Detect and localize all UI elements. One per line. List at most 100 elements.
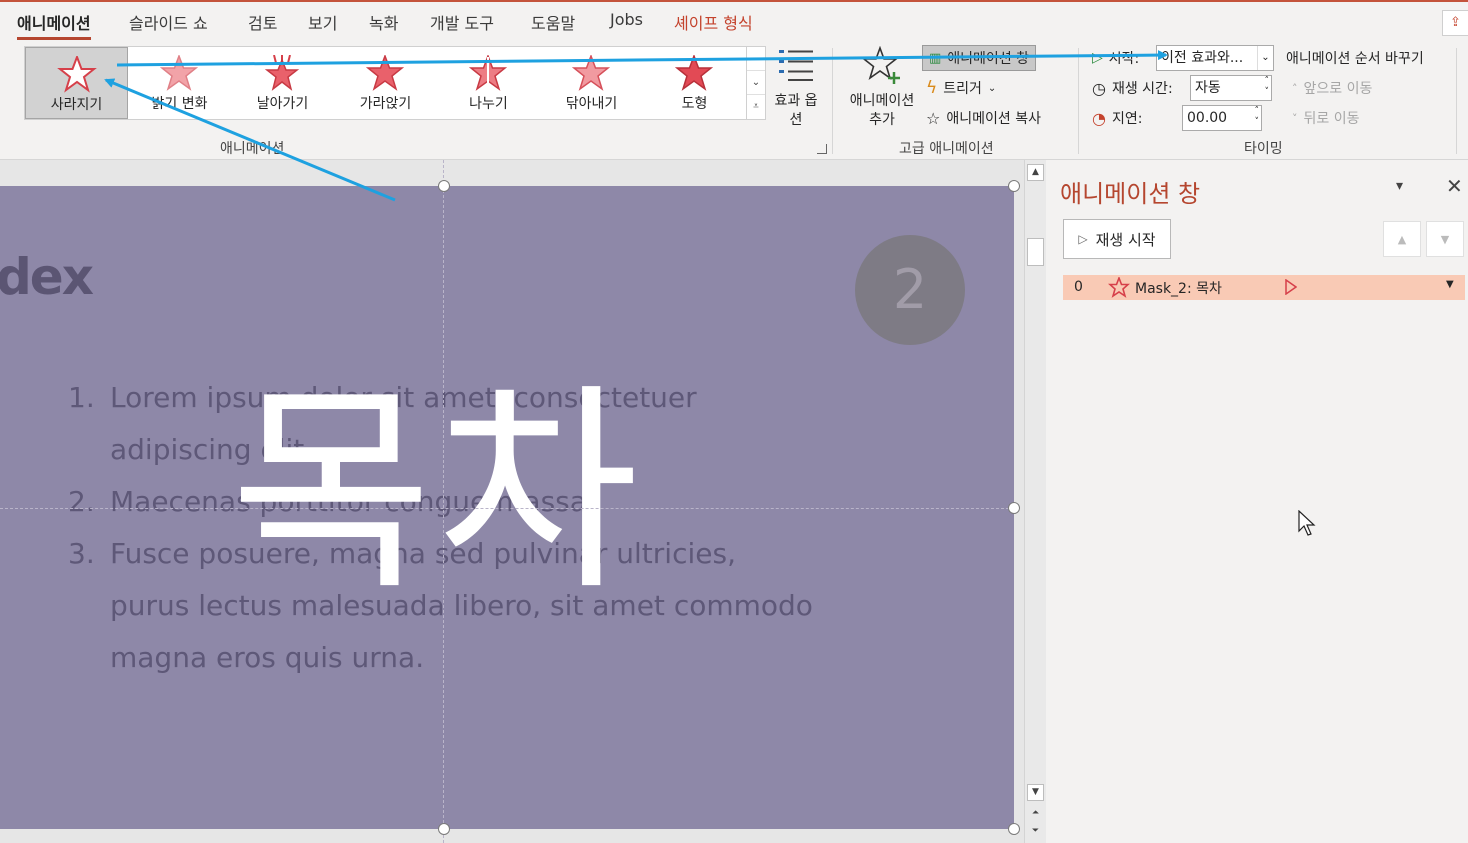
trigger-button[interactable]: ϟ 트리거 ⌄ [926,75,996,101]
spinner-arrows-icon[interactable]: ˄ ˅ [1255,106,1260,128]
animation-pane-icon: ▥ [929,50,942,66]
duration-spinner[interactable]: 자동 ˄ ˅ [1190,75,1272,101]
gallery-item-disappear[interactable]: 사라지기 [25,47,128,119]
tab-review[interactable]: 검토 [248,10,277,34]
move-earlier-label: 앞으로 이동 [1303,81,1373,97]
move-earlier-button[interactable]: ˄ 앞으로 이동 [1292,75,1372,101]
effect-options-label: 효과 옵션 [774,93,818,128]
gallery-more-icon[interactable]: ⩡ [747,95,765,119]
ribbon: 사라지기 밝기 변화 날아가기 가라앉기 나누기 닦아내기 도형 ⌄ ⩡ 효과 … [0,40,1468,160]
fly-out-star-icon [264,55,300,91]
tab-developer[interactable]: 개발 도구 [430,10,494,34]
fade-star-icon [159,55,199,91]
editor-scrollbar[interactable]: ▲ ▼ ⏶ ⏷ [1024,160,1046,843]
resize-handle-top-right[interactable] [1008,180,1020,192]
start-dropdown[interactable]: 이전 효과와... ⌄ [1156,45,1274,71]
animation-list-item[interactable]: 0 Mask_2: 목차 ▼ [1063,275,1465,300]
gallery-item-split[interactable]: 나누기 [437,47,540,119]
animation-pane-button[interactable]: ▥ 애니메이션 창 [922,45,1037,71]
chevron-up-icon: ˄ [1292,81,1298,95]
wipe-star-icon [571,55,611,91]
tab-view[interactable]: 보기 [308,10,337,34]
tab-jobs[interactable]: Jobs [610,10,643,29]
group-divider [832,48,833,154]
ribbon-tab-bar: 애니메이션 슬라이드 쇼 검토 보기 녹화 개발 도구 도움말 Jobs 셰이프… [0,0,1468,40]
add-animation-star-icon [861,45,900,84]
horizontal-guide [0,508,1014,509]
gallery-item-fly-out[interactable]: 날아가기 [231,47,334,119]
list-number: 2. [68,485,95,518]
group-divider [1456,48,1457,154]
slide-editor: dex 2 1. Lorem ipsum dolor sit amet, con… [0,160,1046,843]
play-from-label: 재생 시작 [1095,230,1156,249]
spinner-arrows-icon[interactable]: ˄ ˅ [1265,76,1270,98]
effect-options-button[interactable]: 효과 옵션 [774,48,818,130]
gallery-item-wipe[interactable]: 닦아내기 [540,47,643,119]
clock-icon: ◷ [1092,78,1106,98]
chevron-down-icon: ⌄ [1257,46,1273,70]
sink-star-icon [365,55,405,91]
powerpoint-window: 애니메이션 슬라이드 쇼 검토 보기 녹화 개발 도구 도움말 Jobs 셰이프… [0,0,1468,843]
duration-value: 자동 [1195,80,1221,96]
gallery-label: 사라지기 [50,97,103,113]
resize-handle-bottom-right[interactable] [1008,823,1020,835]
tab-help[interactable]: 도움말 [531,10,575,34]
tab-animations[interactable]: 애니메이션 [17,10,91,40]
delay-spinner[interactable]: 00.00 ˄ ˅ [1182,105,1262,131]
move-up-button[interactable]: ▲ [1383,221,1421,257]
tab-slideshow[interactable]: 슬라이드 쇼 [129,10,208,34]
share-icon[interactable]: ⇪ [1442,10,1468,36]
gallery-scroll-up-icon[interactable] [747,47,765,71]
resize-handle-top[interactable] [438,180,450,192]
add-animation-button[interactable]: 애니메이션 추가 [842,45,922,130]
delay-row: ◔ 지연: [1092,105,1142,131]
effect-options-icon [779,50,813,81]
gallery-item-sink[interactable]: 가라앉기 [334,47,437,119]
scroll-up-icon[interactable]: ▲ [1027,164,1044,181]
play-from-button[interactable]: ▷ 재생 시작 [1063,219,1171,259]
delay-label: 지연: [1111,111,1143,127]
close-icon[interactable]: ✕ [1446,174,1463,198]
gallery-label: 도형 [681,96,708,112]
previous-slide-icon[interactable]: ⏶ [1027,806,1044,823]
vertical-guide [443,160,444,843]
play-triangle-icon: ▷ [1078,232,1088,246]
dialog-launcher-icon[interactable] [817,144,827,154]
gallery-label: 나누기 [469,96,508,112]
resize-handle-right[interactable] [1008,502,1020,514]
gallery-scroll-down-icon[interactable]: ⌄ [747,71,765,95]
item-dropdown-icon[interactable]: ▼ [1446,279,1454,290]
animation-painter-label: 애니메이션 복사 [946,111,1041,127]
tab-shape-format[interactable]: 셰이프 형식 [674,10,753,34]
mouse-cursor-icon [1298,510,1316,536]
split-star-icon [468,55,508,91]
timing-group-label: 타이밍 [1244,141,1283,157]
gallery-label: 닦아내기 [565,96,618,112]
slide-title[interactable]: dex [0,248,94,306]
animation-gallery: 사라지기 밝기 변화 날아가기 가라앉기 나누기 닦아내기 도형 [24,46,750,120]
gallery-scroll[interactable]: ⌄ ⩡ [746,46,766,120]
chevron-down-icon: ˅ [1292,111,1298,125]
disappear-effect-icon [1108,277,1130,298]
animation-painter-icon: ☆ [926,108,941,128]
lightning-icon: ϟ [926,78,938,98]
scroll-thumb[interactable] [1027,238,1044,266]
trigger-label: 트리거 [943,81,982,97]
toc-overlay-text[interactable]: 목차 [230,382,643,602]
gallery-item-shape[interactable]: 도형 [643,47,746,119]
tab-record[interactable]: 녹화 [369,10,398,34]
gallery-item-fade[interactable]: 밝기 변화 [128,47,231,119]
pane-menu-icon[interactable]: ▾ [1396,178,1403,194]
advanced-group-label: 고급 애니메이션 [899,141,994,157]
add-animation-label: 애니메이션 추가 [849,93,915,128]
move-later-label: 뒤로 이동 [1303,111,1360,127]
resize-handle-bottom[interactable] [438,823,450,835]
next-slide-icon[interactable]: ⏷ [1027,824,1044,841]
animation-pane: 애니메이션 창 ▾ ✕ ▷ 재생 시작 ▲ ▼ 0 Mask_2: 목차 ▼ [1046,160,1468,843]
slide-number-badge[interactable]: 2 [855,235,965,345]
scroll-down-icon[interactable]: ▼ [1027,784,1044,801]
move-later-button[interactable]: ˅ 뒤로 이동 [1292,105,1359,131]
move-down-button[interactable]: ▼ [1426,221,1464,257]
pane-title: 애니메이션 창 [1060,180,1201,208]
animation-painter-button[interactable]: ☆ 애니메이션 복사 [926,105,1041,131]
